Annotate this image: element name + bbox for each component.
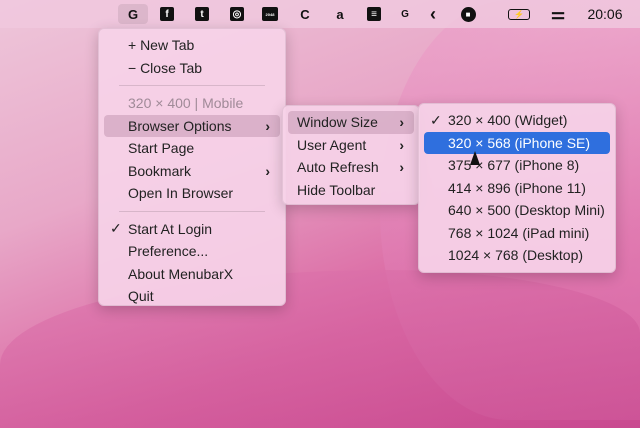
window-size-item[interactable]: 414 × 896 (iPhone 11) — [424, 177, 610, 200]
twitter-icon[interactable]: t — [194, 4, 210, 24]
label: 320 × 400 (Widget) — [448, 112, 568, 129]
label: About MenubarX — [128, 265, 234, 282]
menu-item-preference[interactable]: Preference... — [104, 240, 280, 263]
chevron-right-icon: › — [399, 114, 404, 131]
chevron-right-icon: › — [399, 136, 404, 153]
label: Start At Login — [128, 220, 213, 237]
label: Browser Options — [128, 117, 232, 134]
checkmark-icon: ✓ — [110, 220, 122, 237]
menu-item-start-at-login[interactable]: ✓ Start At Login — [104, 218, 280, 241]
window-size-item[interactable]: 768 × 1024 (iPad mini) — [424, 222, 610, 245]
window-size-submenu: ✓ 320 × 400 (Widget) 320 × 568 (iPhone SE… — [418, 103, 616, 273]
menu-item-auto-refresh[interactable]: Auto Refresh › — [288, 156, 414, 179]
menu-item-size-info: 320 × 400 | Mobile — [104, 92, 280, 115]
chevron-left-icon[interactable]: ‹ — [426, 4, 440, 24]
label: Open In Browser — [128, 185, 234, 202]
2048-glyph: 2048 — [262, 7, 278, 21]
window-size-item[interactable]: 320 × 568 (iPhone SE) — [424, 131, 610, 154]
menubar: G f t ◎ 2048 C a ≡ G ‹ ■ ⚡ ⚌ 20:06 — [0, 0, 640, 28]
label: 414 × 896 (iPhone 11) — [448, 179, 586, 196]
label: Quit — [128, 288, 154, 305]
label: Bookmark — [128, 162, 192, 179]
label: 768 × 1024 (iPad mini) — [448, 224, 590, 241]
browser-options-submenu: Window Size › User Agent › Auto Refresh › H… — [282, 105, 420, 205]
label: Preference... — [128, 243, 209, 260]
menu-item-browser-options[interactable]: Browser Options › — [104, 114, 280, 137]
stop-icon[interactable]: ■ — [460, 4, 476, 24]
checkmark-icon: ✓ — [430, 111, 442, 128]
chrome-c-icon[interactable]: C — [297, 4, 313, 24]
amazon-icon[interactable]: a — [332, 4, 348, 24]
menu-item-quit[interactable]: Quit — [104, 285, 280, 308]
facebook-icon[interactable]: f — [159, 4, 175, 24]
label: 375 × 677 (iPhone 8) — [448, 157, 580, 174]
spotify-icon[interactable]: ≡ — [366, 4, 382, 24]
label: Window Size — [297, 114, 378, 131]
menu-item-new-tab[interactable]: + New Tab — [104, 34, 280, 57]
stop-glyph: ■ — [460, 6, 476, 22]
2048-icon[interactable]: 2048 — [261, 4, 279, 24]
window-size-item[interactable]: 1024 × 768 (Desktop) — [424, 244, 610, 267]
label: + New Tab — [128, 37, 195, 54]
menu-item-open-in-browser[interactable]: Open In Browser — [104, 182, 280, 205]
label: User Agent — [297, 136, 367, 153]
facebook-glyph: f — [160, 7, 174, 21]
label: Hide Toolbar — [297, 181, 376, 198]
menu-item-user-agent[interactable]: User Agent › — [288, 134, 414, 157]
label: 1024 × 768 (Desktop) — [448, 247, 584, 264]
window-size-item[interactable]: 375 × 677 (iPhone 8) — [424, 154, 610, 177]
label: Start Page — [128, 140, 195, 157]
window-size-item[interactable]: 640 × 500 (Desktop Mini) — [424, 199, 610, 222]
chevron-right-icon: › — [399, 159, 404, 176]
label: − Close Tab — [128, 59, 203, 76]
label: 640 × 500 (Desktop Mini) — [448, 202, 605, 219]
menu-item-close-tab[interactable]: − Close Tab — [104, 57, 280, 80]
chevron-right-icon: › — [265, 162, 270, 179]
menu-item-about[interactable]: About MenubarX — [104, 263, 280, 286]
battery-charging-icon[interactable]: ⚡ — [506, 4, 532, 24]
clock[interactable]: 20:06 — [584, 4, 626, 24]
label: 320 × 400 | Mobile — [128, 95, 244, 112]
mouse-cursor — [470, 151, 480, 165]
main-menu: + New Tab − Close Tab 320 × 400 | Mobile… — [98, 28, 286, 306]
wallpaper-wave — [0, 270, 640, 428]
google-icon[interactable]: G — [118, 4, 148, 24]
instagram-glyph: ◎ — [230, 7, 244, 21]
label: 320 × 568 (iPhone SE) — [448, 134, 591, 151]
divider — [119, 85, 265, 86]
chevron-right-icon: › — [265, 117, 270, 134]
control-center-icon[interactable]: ⚌ — [550, 4, 566, 24]
label: Auto Refresh — [297, 159, 379, 176]
menu-item-start-page[interactable]: Start Page — [104, 137, 280, 160]
twitter-glyph: t — [195, 7, 209, 21]
window-size-item[interactable]: ✓ 320 × 400 (Widget) — [424, 109, 610, 132]
battery-glyph: ⚡ — [508, 8, 530, 20]
spotify-glyph: ≡ — [367, 7, 381, 21]
menu-item-hide-toolbar[interactable]: Hide Toolbar — [288, 179, 414, 202]
translate-icon[interactable]: G — [397, 4, 413, 24]
instagram-icon[interactable]: ◎ — [229, 4, 245, 24]
menu-item-bookmark[interactable]: Bookmark › — [104, 160, 280, 183]
divider — [119, 210, 265, 212]
menu-item-window-size[interactable]: Window Size › — [288, 111, 414, 134]
